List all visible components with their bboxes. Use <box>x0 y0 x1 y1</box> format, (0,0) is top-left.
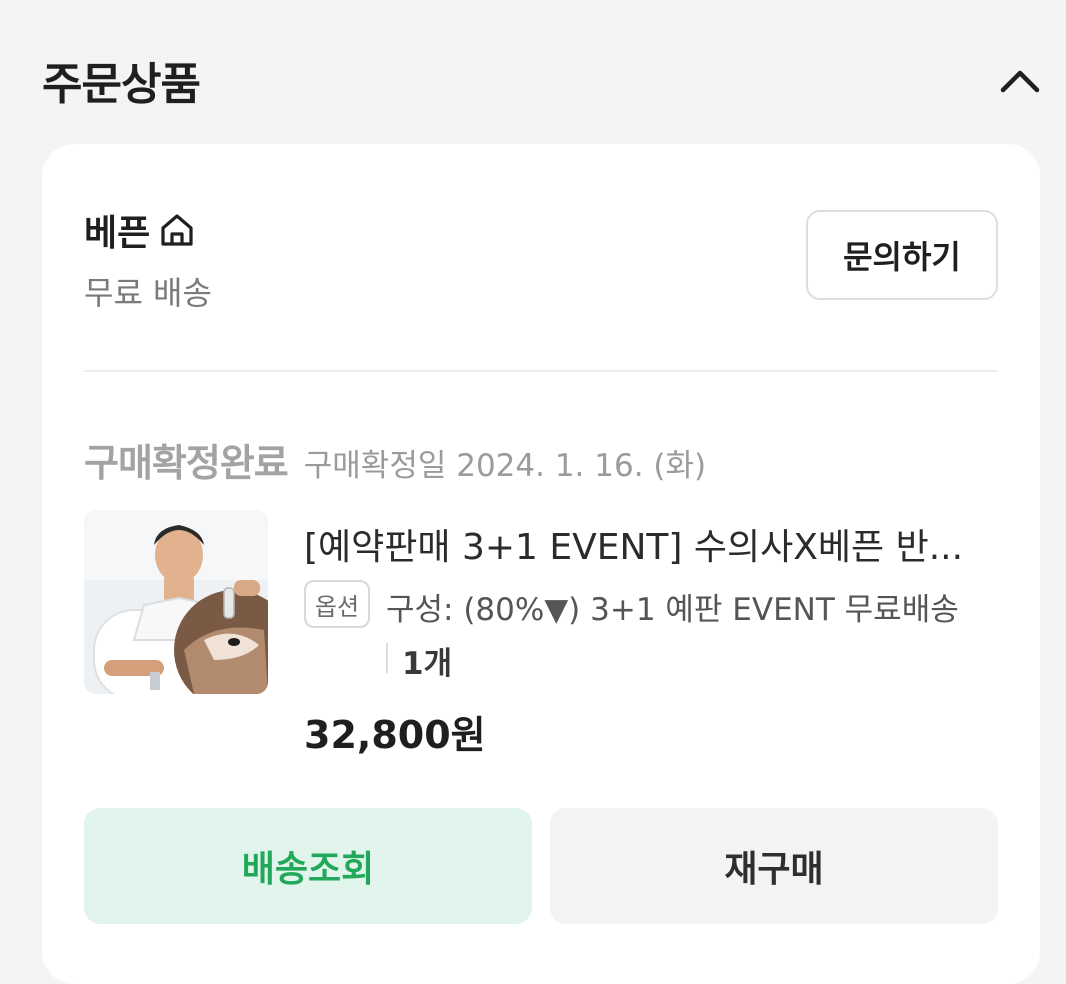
confirm-date: 구매확정일 2024. 1. 16. (화) <box>303 448 707 484</box>
divider <box>84 370 998 372</box>
price: 32,800원 <box>304 713 486 757</box>
product-thumbnail[interactable] <box>84 510 268 694</box>
seller-info: 베픈 <box>84 204 196 256</box>
chevron-up-icon <box>1000 70 1040 93</box>
collapse-button[interactable] <box>998 58 1042 102</box>
order-status: 구매확정완료 <box>84 441 289 485</box>
shipping-label: 무료 배송 <box>84 274 212 312</box>
quantity-separator <box>386 643 388 673</box>
inquiry-button[interactable]: 문의하기 <box>806 210 998 300</box>
tracking-button[interactable]: 배송조회 <box>84 808 532 924</box>
product-title[interactable]: [예약판매 3+1 EVENT] 수의사X베픈 반... <box>304 518 1004 570</box>
quantity: 1개 <box>402 646 453 682</box>
product-image <box>84 510 268 694</box>
section-title: 주문상품 <box>42 59 201 110</box>
order-items-header: 주문상품 <box>42 40 1042 120</box>
home-icon[interactable] <box>158 211 196 249</box>
reorder-button[interactable]: 재구매 <box>550 808 998 924</box>
seller-name[interactable]: 베픈 <box>84 204 150 256</box>
option-text: 구성: (80%▼) 3+1 예판 EVENT 무료배송 <box>386 592 959 628</box>
order-status-row: 구매확정완료 구매확정일 2024. 1. 16. (화) <box>84 432 706 487</box>
order-card: 베픈 무료 배송 문의하기 구매확정완료 구매확정일 2024. 1. 16. … <box>42 144 1040 984</box>
option-badge: 옵션 <box>304 580 370 628</box>
